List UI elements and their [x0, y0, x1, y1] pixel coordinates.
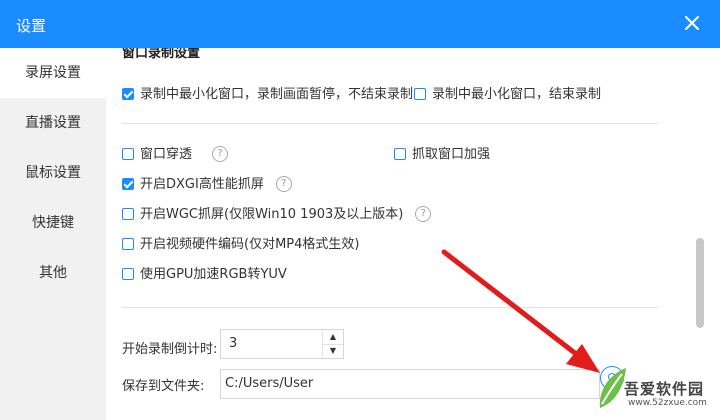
watermark-url: www.52zxue.com	[628, 398, 707, 408]
option-minimize-pause[interactable]: 录制中最小化窗口，录制画面暂停，不结束录制	[122, 86, 413, 104]
option-capture-enhance[interactable]: 抓取窗口加强	[394, 146, 490, 164]
stepper-buttons: ▲ ▼	[322, 330, 343, 358]
checkbox[interactable]	[122, 147, 134, 160]
checkbox-checked[interactable]	[122, 87, 134, 100]
option-dxgi[interactable]: 开启DXGI高性能抓屏?	[122, 175, 292, 194]
sidebar-item-record[interactable]: 录屏设置	[0, 48, 106, 98]
title-bar: 设置	[0, 0, 720, 48]
option-label: 开启DXGI高性能抓屏	[140, 177, 264, 192]
save-folder-label: 保存到文件夹:	[122, 379, 205, 394]
sidebar-item-hotkeys[interactable]: 快捷键	[0, 198, 106, 248]
stepper-down-icon[interactable]: ▼	[323, 344, 343, 358]
divider	[122, 307, 658, 308]
countdown-label: 开始录制倒计时:	[122, 342, 218, 357]
checkbox[interactable]	[414, 87, 426, 100]
close-icon[interactable]	[680, 11, 704, 35]
option-label: 使用GPU加速RGB转YUV	[140, 267, 287, 282]
save-folder-path: C:/Users/User	[225, 376, 314, 391]
save-folder-input[interactable]: C:/Users/User	[220, 369, 600, 399]
window-title: 设置	[16, 17, 47, 35]
divider	[122, 123, 658, 124]
settings-window: 设置 录屏设置 直播设置 鼠标设置 快捷键 其他 窗口录制设置 录制中最小化窗口…	[0, 0, 720, 420]
option-wgc[interactable]: 开启WGC抓屏(仅限Win10 1903及以上版本)?	[122, 205, 432, 224]
checkbox[interactable]	[122, 267, 134, 280]
checkbox[interactable]	[122, 237, 134, 250]
section-heading: 窗口录制设置	[122, 48, 201, 61]
option-gpu-rgb[interactable]: 使用GPU加速RGB转YUV	[122, 266, 287, 284]
sidebar: 录屏设置 直播设置 鼠标设置 快捷键 其他	[0, 48, 106, 420]
help-icon[interactable]: ?	[275, 175, 292, 192]
help-icon[interactable]: ?	[212, 145, 229, 162]
option-label: 录制中最小化窗口，结束录制	[432, 87, 602, 102]
countdown-value[interactable]: 3	[229, 336, 237, 351]
sidebar-item-other[interactable]: 其他	[0, 248, 106, 298]
watermark-text: 吾爱软件园	[624, 380, 705, 398]
checkbox[interactable]	[122, 207, 134, 220]
sidebar-item-mouse[interactable]: 鼠标设置	[0, 148, 106, 198]
watermark: 吾爱软件园 www.52zxue.com	[596, 358, 714, 416]
option-label: 录制中最小化窗口，录制画面暂停，不结束录制	[140, 87, 414, 102]
countdown-stepper[interactable]: 3 ▲ ▼	[220, 329, 344, 359]
help-icon[interactable]: ?	[415, 205, 432, 222]
sidebar-item-live[interactable]: 直播设置	[0, 98, 106, 148]
option-window-penetrate[interactable]: 窗口穿透?	[122, 145, 229, 164]
option-minimize-stop[interactable]: 录制中最小化窗口，结束录制	[414, 86, 601, 104]
option-label: 抓取窗口加强	[412, 147, 491, 162]
option-label: 窗口穿透	[140, 147, 193, 162]
scrollbar-thumb[interactable]	[696, 238, 704, 328]
checkbox[interactable]	[394, 147, 406, 160]
checkbox-checked[interactable]	[122, 177, 134, 190]
option-label: 开启WGC抓屏(仅限Win10 1903及以上版本)	[140, 207, 404, 222]
option-label: 开启视频硬件编码(仅对MP4格式生效)	[140, 237, 360, 252]
stepper-up-icon[interactable]: ▲	[323, 330, 343, 345]
option-hw-encode[interactable]: 开启视频硬件编码(仅对MP4格式生效)	[122, 236, 359, 254]
